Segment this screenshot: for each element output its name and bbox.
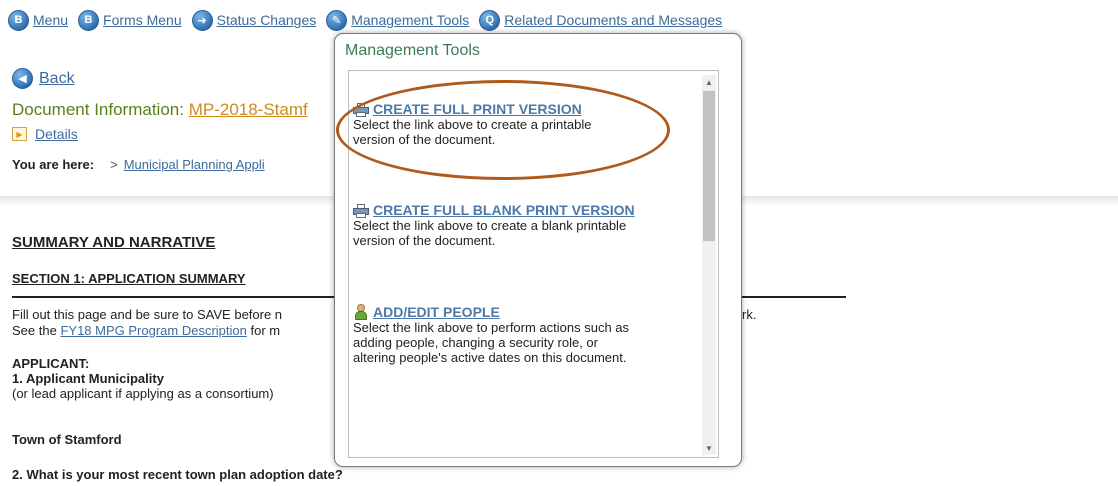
tool-desc-line: version of the document. <box>353 233 496 248</box>
scroll-down-arrow-icon[interactable]: ▼ <box>702 441 716 455</box>
nav-menu[interactable]: B Menu <box>8 9 68 31</box>
tool-desc-line: version of the document. <box>353 132 496 147</box>
page: B Menu B Forms Menu ➜ Status Changes ✎ M… <box>0 0 1118 486</box>
program-description-link[interactable]: FY18 MPG Program Description <box>60 323 246 338</box>
breadcrumb-link[interactable]: Municipal Planning Appli <box>124 157 265 172</box>
popup-content-scroll[interactable]: CREATE FULL PRINT VERSION Select the lin… <box>348 70 719 458</box>
search-icon: Q <box>479 9 501 31</box>
scrollbar-thumb[interactable] <box>703 91 715 241</box>
tool-link-row[interactable]: ADD/EDIT PEOPLE <box>353 304 693 320</box>
question-1-label: 1. Applicant Municipality <box>12 371 164 386</box>
tool-item-full-print: CREATE FULL PRINT VERSION Select the lin… <box>353 102 693 147</box>
nav-related-documents[interactable]: Q Related Documents and Messages <box>479 9 722 31</box>
question-2-label: 2. What is your most recent town plan ad… <box>12 467 343 482</box>
menu-icon: B <box>8 9 29 31</box>
popup-title: Management Tools <box>345 42 480 59</box>
forms-menu-icon: B <box>78 9 100 31</box>
create-full-blank-print-version-link[interactable]: CREATE FULL BLANK PRINT VERSION <box>373 203 635 218</box>
nav-forms-menu-link[interactable]: Forms Menu <box>103 12 182 28</box>
management-tools-popup: Management Tools CREATE FULL PRINT VERSI… <box>334 33 742 467</box>
nav-status-changes[interactable]: ➜ Status Changes <box>191 9 317 31</box>
printer-icon <box>353 102 369 117</box>
tool-desc-line: Select the link above to perform actions… <box>353 320 630 335</box>
expand-arrow-icon: ▶ <box>12 127 27 141</box>
back-link[interactable]: Back <box>39 70 75 88</box>
back-nav[interactable]: ◀ Back <box>12 68 75 89</box>
section1-heading: SECTION 1: APPLICATION SUMMARY <box>12 271 246 286</box>
details-toggle[interactable]: ▶ Details <box>12 126 78 142</box>
summary-heading: SUMMARY AND NARRATIVE <box>12 234 216 251</box>
nav-forms-menu[interactable]: B Forms Menu <box>78 9 182 31</box>
question-1-note: (or lead applicant if applying as a cons… <box>12 386 274 401</box>
tool-item-add-edit-people: ADD/EDIT PEOPLE Select the link above to… <box>353 304 693 365</box>
printer-icon <box>353 203 369 218</box>
applicant-heading: APPLICANT: <box>12 356 90 371</box>
wrench-icon: ✎ <box>326 9 348 31</box>
top-nav: B Menu B Forms Menu ➜ Status Changes ✎ M… <box>8 7 732 33</box>
person-icon <box>353 304 369 320</box>
details-link[interactable]: Details <box>35 126 78 142</box>
tool-link-row[interactable]: CREATE FULL PRINT VERSION <box>353 102 693 117</box>
tool-desc-line: Select the link above to create a blank … <box>353 218 627 233</box>
instructions-text: Fill out this page and be sure to SAVE b… <box>12 307 282 339</box>
doc-id-link[interactable]: MP-2018-Stamf <box>189 100 308 119</box>
breadcrumb: You are here: > Municipal Planning Appli <box>12 157 265 172</box>
tool-desc-line: altering people's active dates on this d… <box>353 350 627 365</box>
doc-info-label: Document Information: <box>12 100 184 119</box>
nav-management-tools-link[interactable]: Management Tools <box>351 12 469 28</box>
nav-management-tools[interactable]: ✎ Management Tools <box>326 9 469 31</box>
document-information: Document Information: MP-2018-Stamf <box>12 100 308 120</box>
breadcrumb-separator: > <box>110 157 118 172</box>
nav-status-changes-link[interactable]: Status Changes <box>217 12 317 28</box>
breadcrumb-label: You are here: <box>12 157 95 172</box>
instructions-line-1: Fill out this page and be sure to SAVE b… <box>12 307 283 322</box>
arrow-right-icon: ➜ <box>191 9 213 31</box>
tool-item-blank-print: CREATE FULL BLANK PRINT VERSION Select t… <box>353 203 693 248</box>
applicant-municipality-value: Town of Stamford <box>12 432 122 447</box>
add-edit-people-link[interactable]: ADD/EDIT PEOPLE <box>373 304 500 320</box>
tool-link-row[interactable]: CREATE FULL BLANK PRINT VERSION <box>353 203 693 218</box>
tool-desc-line: Select the link above to create a printa… <box>353 117 592 132</box>
nav-menu-link[interactable]: Menu <box>33 12 68 28</box>
scroll-up-arrow-icon[interactable]: ▲ <box>702 75 716 89</box>
instructions-line-1-tail: rk. <box>742 307 757 322</box>
instructions-line-2: See the FY18 MPG Program Description for… <box>12 323 281 338</box>
create-full-print-version-link[interactable]: CREATE FULL PRINT VERSION <box>373 102 582 117</box>
back-arrow-icon: ◀ <box>12 68 33 89</box>
nav-related-documents-link[interactable]: Related Documents and Messages <box>504 12 722 28</box>
applicant-block: APPLICANT: 1. Applicant Municipality (or… <box>12 356 274 401</box>
popup-scrollbar[interactable]: ▲ ▼ <box>702 75 716 455</box>
tool-desc-line: adding people, changing a security role,… <box>353 335 598 350</box>
